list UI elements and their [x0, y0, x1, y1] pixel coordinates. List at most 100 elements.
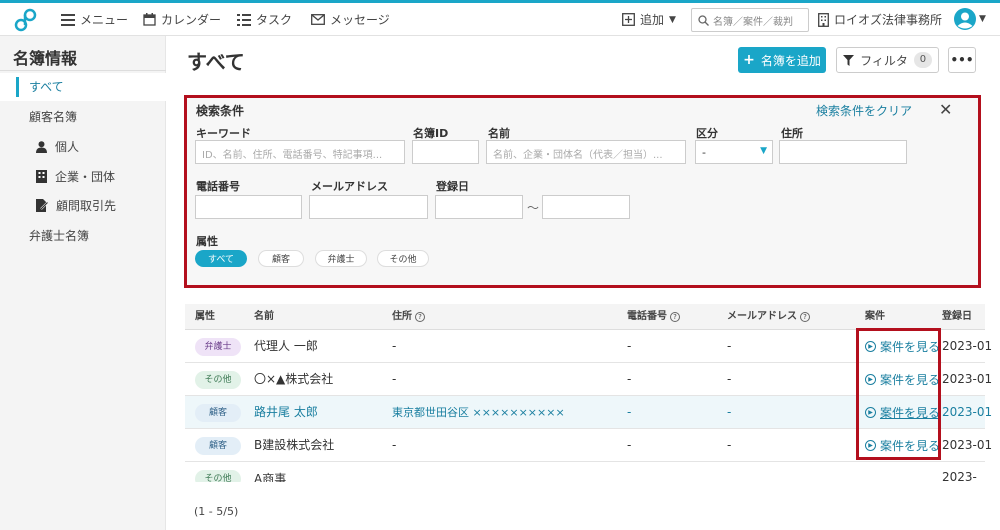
sidebar-active-indicator	[16, 77, 19, 97]
col-header-matters[interactable]: 案件	[865, 304, 885, 330]
sidebar-item-label: 弁護士名簿	[29, 229, 90, 243]
email-input[interactable]	[309, 195, 428, 219]
address-cell: -	[392, 372, 397, 386]
more-button[interactable]: •••	[948, 47, 976, 73]
category-label: 区分	[696, 127, 718, 140]
phone-cell: -	[627, 438, 632, 452]
attr-chip-lawyer[interactable]: 弁護士	[315, 250, 367, 267]
email-cell: -	[727, 438, 732, 452]
phone-cell: -	[627, 339, 632, 353]
keyword-input[interactable]: ID、名前、住所、電話番号、特記事項...	[195, 140, 405, 164]
sidebar-item-clients[interactable]: 顧客名簿	[29, 108, 77, 125]
search-input[interactable]: 名簿／案件／裁判	[691, 8, 809, 32]
person-icon	[36, 140, 47, 153]
address-label: 住所	[781, 127, 803, 140]
col-header-phone[interactable]: 電話番号 ?	[627, 304, 680, 330]
sidebar-title: 名簿情報	[13, 49, 78, 68]
attr-chip-all[interactable]: すべて	[195, 250, 247, 267]
col-header-name[interactable]: 名前	[254, 304, 274, 330]
message-label: メッセージ	[330, 13, 390, 27]
sidebar-item-company[interactable]: 企業・団体	[36, 168, 115, 185]
attr-chip-client[interactable]: 顧客	[258, 250, 304, 267]
roster-id-input[interactable]	[412, 140, 479, 164]
date-cell: 2023-01	[942, 372, 993, 386]
task-link[interactable]: タスク	[237, 11, 292, 28]
attr-badge: 顧客	[195, 437, 241, 455]
plus-square-icon	[622, 13, 635, 26]
col-header-address[interactable]: 住所 ?	[392, 304, 425, 330]
attribute-label: 属性	[196, 235, 218, 248]
menu-link[interactable]: メニュー	[61, 11, 128, 28]
col-header-date[interactable]: 登録日	[942, 304, 972, 330]
office-switcher[interactable]: ロイオズ法律事務所	[818, 11, 942, 28]
table-row-partial[interactable]: その他 A商事 2023-01	[185, 468, 985, 482]
date-label: 登録日	[436, 180, 469, 193]
message-link[interactable]: メッセージ	[311, 11, 390, 28]
close-icon[interactable]: ✕	[939, 100, 952, 119]
date-cell: 2023-01	[942, 339, 993, 353]
name-cell: 〇×▲株式会社	[254, 372, 334, 386]
sidebar-item-advisory[interactable]: 顧問取引先	[36, 197, 116, 214]
col-header-attr[interactable]: 属性	[195, 304, 215, 330]
pagination-info: (1 - 5/5)	[194, 505, 239, 518]
address-cell: 東京都世田谷区 ××××××××××	[392, 406, 565, 419]
email-cell: -	[727, 372, 732, 386]
filter-count-badge: 0	[913, 52, 932, 68]
clear-search-link[interactable]: 検索条件をクリア	[816, 102, 912, 119]
sidebar-item-lawyers[interactable]: 弁護士名簿	[29, 227, 89, 244]
date-cell: 2023-01	[942, 405, 993, 419]
help-icon[interactable]: ?	[800, 312, 810, 322]
search-title: 検索条件	[196, 104, 245, 118]
attr-badge: その他	[195, 470, 241, 482]
calendar-label: カレンダー	[161, 13, 222, 27]
plus-icon: +	[743, 52, 755, 68]
attr-chip-other[interactable]: その他	[377, 250, 429, 267]
envelope-icon	[311, 14, 325, 25]
email-label: メールアドレス	[311, 180, 388, 193]
app-logo[interactable]	[14, 8, 38, 32]
sidebar-item-all[interactable]: すべて	[29, 78, 64, 95]
date-to-input[interactable]	[542, 195, 630, 219]
menu-label: メニュー	[80, 13, 129, 27]
user-chevron-icon: ▼	[979, 14, 986, 24]
filter-button[interactable]: フィルタ 0	[836, 47, 939, 73]
calendar-icon	[143, 13, 156, 26]
search-placeholder: 名簿／案件／裁判	[713, 16, 793, 28]
attr-badge: 弁護士	[195, 338, 241, 356]
col-header-phone-label: 電話番号	[627, 311, 667, 322]
task-list-icon	[237, 13, 251, 26]
phone-label: 電話番号	[196, 180, 240, 193]
avatar-icon	[954, 8, 976, 30]
sidebar-item-individual[interactable]: 個人	[36, 138, 79, 155]
add-menu[interactable]: 追加 ▼	[622, 11, 676, 28]
name-cell: 路井尾 太郎	[254, 405, 318, 419]
date-from-input[interactable]	[435, 195, 523, 219]
help-icon[interactable]: ?	[415, 312, 425, 322]
user-menu[interactable]: ▼	[954, 8, 986, 30]
chevron-down-icon: ▼	[669, 14, 676, 25]
sidebar-item-label: 顧客名簿	[29, 110, 78, 124]
help-icon[interactable]: ?	[670, 312, 680, 322]
roster-id-label: 名簿ID	[413, 127, 449, 140]
sidebar-item-label: すべて	[29, 80, 64, 94]
email-cell: -	[727, 405, 732, 419]
name-cell: 代理人 一郎	[254, 339, 318, 353]
phone-input[interactable]	[195, 195, 302, 219]
category-select[interactable]: - ▼	[695, 140, 773, 164]
sidebar-item-label: 企業・団体	[55, 170, 116, 184]
sidebar-item-label: 個人	[55, 140, 80, 154]
col-header-email[interactable]: メールアドレス ?	[727, 304, 810, 330]
add-roster-button[interactable]: + 名簿を追加	[738, 47, 826, 73]
phone-cell: -	[627, 372, 632, 386]
name-cell: A商事	[254, 472, 287, 482]
address-input[interactable]	[779, 140, 907, 164]
keyword-label: キーワード	[196, 127, 251, 140]
sidebar-divider	[0, 70, 166, 71]
dropdown-arrow-icon: ▼	[760, 146, 767, 156]
building-icon	[818, 12, 829, 27]
date-range-separator: 〜	[527, 201, 540, 215]
add-roster-label: 名簿を追加	[760, 53, 821, 68]
calendar-link[interactable]: カレンダー	[143, 11, 221, 28]
task-label: タスク	[256, 13, 293, 27]
name-input[interactable]: 名前、企業・団体名（代表／担当）...	[486, 140, 686, 164]
